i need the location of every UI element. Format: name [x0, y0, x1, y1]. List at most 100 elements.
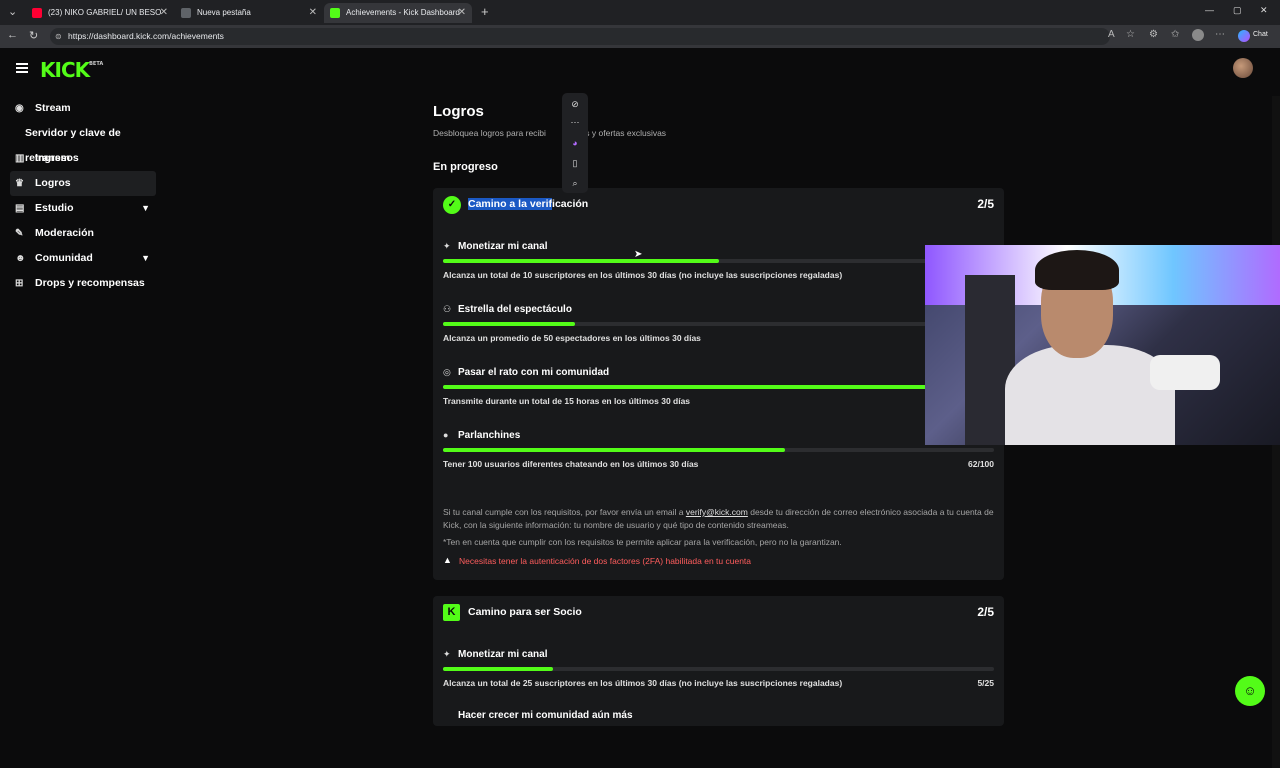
broadcast-icon: ◎ [443, 367, 451, 377]
progress-fill [443, 259, 719, 263]
tab-search-icon[interactable]: ⌄ [8, 5, 17, 18]
chat-label[interactable]: Chat [1253, 31, 1268, 38]
minimize-icon[interactable]: — [1205, 5, 1214, 15]
progress-fill [443, 448, 785, 452]
copy-icon[interactable]: ▯ [562, 158, 588, 169]
chat-bubble-icon: ● [443, 430, 449, 440]
item-title: Hacer crecer mi comunidad aún más [458, 710, 633, 720]
hide-icon[interactable]: ⊘ [562, 99, 588, 110]
achievement-card-partner: K Camino para ser Socio 2/5 ✦ Monetizar … [433, 596, 1004, 726]
star-people-icon: ⚇ [443, 304, 452, 314]
progress-fill [443, 385, 994, 389]
site-info-icon[interactable]: ⊜ [55, 28, 62, 45]
copilot-icon[interactable]: ◕ [562, 138, 588, 148]
tab-kick-dashboard[interactable]: Achievements - Kick Dashboard ✕ [324, 3, 472, 23]
subtitle-start: Desbloquea logros para recibi [433, 128, 546, 138]
item-title: Estrella del espectáculo [458, 304, 572, 315]
sparkle-icon: ✦ [443, 649, 451, 659]
sidebar-item-server-key[interactable]: Servidor y clave de retransm [10, 121, 156, 164]
logo-text: KICK [40, 58, 90, 82]
sidebar-item-logros[interactable]: ♛ Logros [10, 171, 156, 196]
address-bar-row: ← ↻ ⊜ https://dashboard.kick.com/achieve… [0, 25, 1280, 48]
selection-toolbar: ⊘ ⋯ ◕ ▯ ⌕ [562, 93, 588, 193]
microphone [1150, 355, 1220, 390]
item-description: Alcanza un total de 25 suscriptores en l… [443, 678, 843, 688]
email-link[interactable]: verify@kick.com [686, 507, 748, 517]
card-count: 2/5 [977, 605, 994, 619]
person-shirt [1005, 345, 1175, 445]
copilot-icon[interactable] [1238, 30, 1250, 42]
achievement-card-verification: ✓ Camino a la verificación 2/5 ✦ Monetiz… [433, 188, 1004, 580]
sidebar-item-estudio[interactable]: ▤ Estudio ▼ [10, 196, 156, 221]
verification-note: Si tu canal cumple con los requisitos, p… [443, 506, 994, 531]
close-icon[interactable]: ✕ [309, 3, 317, 23]
wrench-icon: ✎ [15, 228, 24, 239]
sidebar-item-label: Estudio [35, 202, 74, 214]
reload-icon[interactable]: ↻ [29, 29, 38, 42]
progress-track [443, 259, 994, 263]
sidebar-item-label: Ingresos [35, 152, 79, 164]
favorite-icon[interactable]: ☆ [1126, 29, 1135, 40]
sidebar-item-label: Comunidad [35, 252, 93, 264]
item-title: Pasar el rato con mi comunidad [458, 367, 610, 378]
sidebar-item-label: Moderación [35, 227, 94, 239]
close-window-icon[interactable]: ✕ [1260, 5, 1268, 16]
card-count: 2/5 [977, 197, 994, 211]
close-icon[interactable]: ✕ [160, 3, 168, 23]
search-icon[interactable]: ⌕ [562, 178, 588, 189]
warning-icon: ▲ [443, 555, 452, 565]
item-description: Alcanza un promedio de 50 espectadores e… [443, 333, 701, 343]
support-chat-button[interactable]: ☺ [1235, 676, 1265, 706]
sidebar-item-label: Logros [35, 177, 71, 189]
tab-title: Achievements - Kick Dashboard [346, 8, 460, 17]
sparkle-icon: ✦ [443, 241, 451, 251]
card-title: Camino a la verificación [468, 198, 588, 210]
progress-track [443, 667, 994, 671]
kick-logo[interactable]: KICKBETA [40, 58, 103, 82]
item-title: Parlanchines [458, 430, 521, 441]
avatar[interactable] [1233, 58, 1253, 78]
favorites-bar-icon[interactable]: ✩ [1171, 29, 1179, 40]
achievement-item: Hacer crecer mi comunidad aún más [443, 710, 994, 720]
section-in-progress: En progreso [433, 161, 498, 173]
verified-check-icon: ✓ [443, 196, 461, 214]
page-subtitle: Desbloquea logros para recibi nias y ofer… [433, 128, 666, 138]
card-title: Camino para ser Socio [468, 606, 582, 618]
tab-new[interactable]: Nueva pestaña ✕ [175, 3, 323, 23]
menu-icon[interactable] [16, 63, 28, 73]
achievement-item: ● Parlanchines Tener 100 usuarios difere… [443, 430, 994, 485]
sidebar-item-stream[interactable]: ◉ Stream [10, 96, 156, 121]
note-text: Si tu canal cumple con los requisitos, p… [443, 507, 686, 517]
card-header[interactable]: ✓ Camino a la verificación 2/5 [443, 196, 994, 214]
sidebar-item-moderacion[interactable]: ✎ Moderación [10, 221, 156, 246]
more-icon[interactable]: ⋯ [562, 117, 588, 128]
back-icon[interactable]: ← [7, 29, 18, 41]
chart-icon: ▥ [15, 153, 25, 164]
progress-fill [443, 667, 554, 671]
tab-youtube[interactable]: (23) NIKO GABRIEL/ UN BESO (pr… ✕ [26, 3, 174, 37]
trophy-icon: ♛ [15, 178, 24, 189]
card-header[interactable]: K Camino para ser Socio 2/5 [443, 604, 994, 622]
profile-icon[interactable] [1192, 29, 1204, 41]
chevron-down-icon[interactable]: ▼ [141, 196, 150, 221]
chevron-down-icon[interactable]: ▼ [141, 246, 150, 271]
tab-bar: ⌄ (23) NIKO GABRIEL/ UN BESO (pr… ✕ Nuev… [0, 0, 1280, 37]
achievement-item: ✦ Monetizar mi canal Alcanza un total de… [443, 649, 994, 704]
extensions-icon[interactable]: ⚙ [1149, 29, 1158, 40]
achievement-item: ◎ Pasar el rato con mi comunidad Transmi… [443, 367, 994, 422]
item-title: Monetizar mi canal [458, 241, 548, 252]
read-aloud-icon[interactable]: A [1108, 29, 1115, 40]
sidebar-item-drops[interactable]: ⊞ Drops y recompensas [10, 271, 156, 296]
url-field[interactable]: ⊜ https://dashboard.kick.com/achievement… [50, 28, 1110, 45]
sidebar-item-comunidad[interactable]: ☻ Comunidad ▼ [10, 246, 156, 271]
new-tab-icon[interactable]: + [481, 4, 489, 19]
close-icon[interactable]: ✕ [458, 3, 466, 23]
mouse-cursor-icon: ➤ [634, 249, 643, 260]
people-icon: ☻ [15, 253, 26, 264]
more-icon[interactable]: ⋯ [1215, 29, 1225, 40]
url-text: https://dashboard.kick.com/achievements [68, 31, 224, 41]
maximize-icon[interactable]: ▢ [1233, 5, 1242, 16]
webcam-overlay [925, 245, 1280, 445]
kick-icon [330, 8, 340, 18]
sidebar-item-ingresos[interactable]: ▥ Ingresos [10, 146, 156, 171]
